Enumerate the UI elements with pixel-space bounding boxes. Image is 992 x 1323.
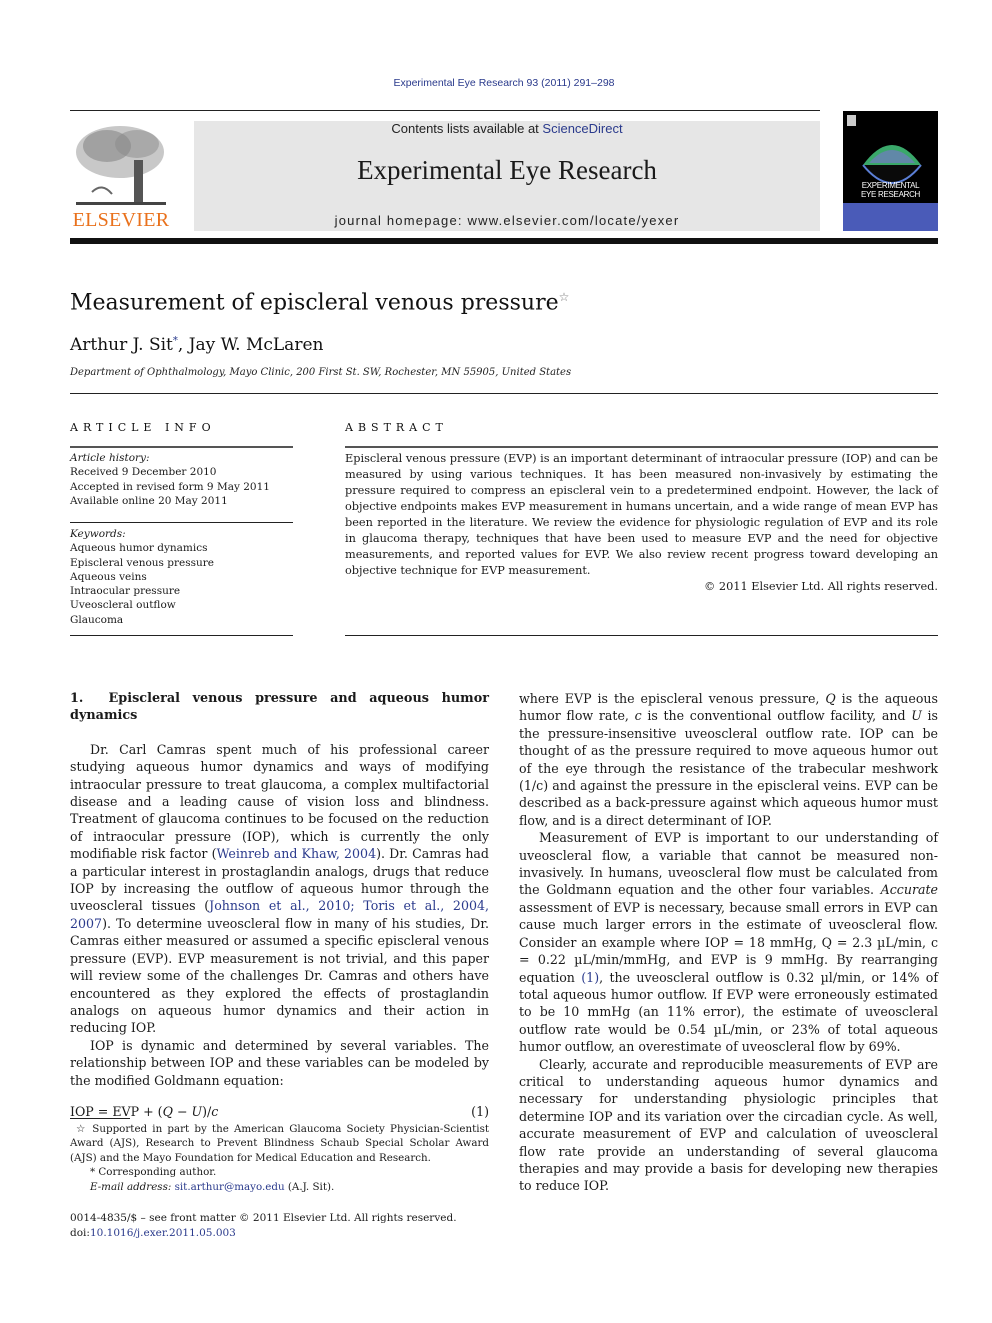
email-link[interactable]: sit.arthur@mayo.edu: [175, 1181, 285, 1193]
equation: IOP = EVP + (Q − U)/c (1): [70, 1103, 489, 1120]
keyword: Aqueous humor dynamics: [70, 542, 208, 555]
section-heading: 1. Episcleral venous pressure and aqueou…: [70, 691, 489, 724]
keyword: Aqueous veins: [70, 570, 147, 583]
publisher-logo[interactable]: ELSEVIER: [70, 120, 172, 232]
history-item: Received 9 December 2010: [70, 466, 217, 479]
abstract-text: Episcleral venous pressure (EVP) is an i…: [345, 452, 938, 577]
keyword: Episcleral venous pressure: [70, 556, 215, 569]
funding-footnote: ☆ Supported in part by the American Glau…: [70, 1123, 490, 1164]
paragraph: Clearly, accurate and reproducible measu…: [519, 1056, 938, 1194]
corresponding-footnote: * Corresponding author.: [90, 1166, 217, 1179]
article-title: Measurement of episcleral venous pressur…: [70, 290, 570, 316]
cover-title: EXPERIMENTAL EYE RESEARCH: [860, 181, 921, 199]
doi-line: doi:10.1016/j.exer.2011.05.003: [70, 1227, 236, 1239]
body-column-left: 1. Episcleral venous pressure and aqueou…: [70, 690, 489, 1120]
publisher-wordmark: ELSEVIER: [72, 209, 170, 231]
email-footnote: E-mail address: sit.arthur@mayo.edu (A.J…: [90, 1180, 335, 1193]
author-list: Arthur J. Sit*, Jay W. McLaren: [70, 335, 323, 355]
abstract-copyright: © 2011 Elsevier Ltd. All rights reserved…: [704, 580, 938, 593]
affiliation: Department of Ophthalmology, Mayo Clinic…: [70, 367, 572, 378]
divider: [345, 446, 938, 448]
title-footnote-mark[interactable]: ☆: [559, 290, 570, 304]
footnote-rule: [70, 1118, 130, 1119]
front-matter: 0014-4835/$ – see front matter © 2011 El…: [70, 1211, 489, 1241]
doi-link[interactable]: 10.1016/j.exer.2011.05.003: [90, 1227, 236, 1239]
header-rule: [70, 110, 820, 111]
divider: [70, 446, 293, 448]
article-history: Article history: Received 9 December 201…: [70, 451, 293, 508]
star-icon: ☆: [76, 1123, 88, 1135]
journal-cover[interactable]: EXPERIMENTAL EYE RESEARCH: [843, 111, 938, 231]
author-name: Arthur J. Sit: [70, 335, 173, 355]
cover-band: [843, 203, 938, 231]
divider: [70, 522, 293, 523]
journal-homepage[interactable]: journal homepage: www.elsevier.com/locat…: [194, 213, 820, 228]
history-item: Available online 20 May 2011: [70, 494, 228, 507]
paragraph: where EVP is the episcleral venous press…: [519, 691, 939, 828]
footnotes: ☆ Supported in part by the American Glau…: [70, 1122, 489, 1194]
paragraph: Measurement of EVP is important to our u…: [519, 830, 938, 1055]
journal-citation[interactable]: Experimental Eye Research 93 (2011) 291–…: [0, 77, 992, 89]
divider: [70, 393, 938, 394]
issn-line: 0014-4835/$ – see front matter © 2011 El…: [70, 1212, 457, 1224]
journal-masthead: Contents lists available at ScienceDirec…: [194, 121, 820, 231]
divider: [345, 635, 938, 636]
author-name: , Jay W. McLaren: [177, 335, 324, 355]
abstract-heading: ABSTRACT: [345, 421, 448, 434]
header-thick-rule: [70, 238, 938, 244]
sciencedirect-link[interactable]: ScienceDirect: [542, 121, 622, 136]
publisher-emblem-icon: [847, 115, 856, 126]
paragraph: Dr. Carl Camras spent much of his profes…: [70, 741, 489, 1036]
body-column-right: where EVP is the episcleral venous press…: [519, 690, 938, 1195]
history-item: Accepted in revised form 9 May 2011: [70, 480, 270, 493]
article-info-heading: ARTICLE INFO: [70, 421, 216, 434]
keyword: Glaucoma: [70, 613, 124, 626]
keywords: Keywords: Aqueous humor dynamics Episcle…: [70, 527, 293, 627]
equation-link[interactable]: (1): [581, 970, 599, 985]
tree-logo-icon: [72, 122, 170, 208]
divider: [70, 635, 293, 636]
journal-title: Experimental Eye Research: [357, 155, 657, 185]
keyword: Uveoscleral outflow: [70, 599, 176, 612]
citation-link[interactable]: Weinreb and Khaw, 2004: [217, 846, 377, 861]
equation-number: (1): [471, 1103, 489, 1119]
paragraph: IOP is dynamic and determined by several…: [70, 1037, 489, 1088]
contents-line: Contents lists available at ScienceDirec…: [391, 121, 623, 136]
keyword: Intraocular pressure: [70, 585, 181, 598]
